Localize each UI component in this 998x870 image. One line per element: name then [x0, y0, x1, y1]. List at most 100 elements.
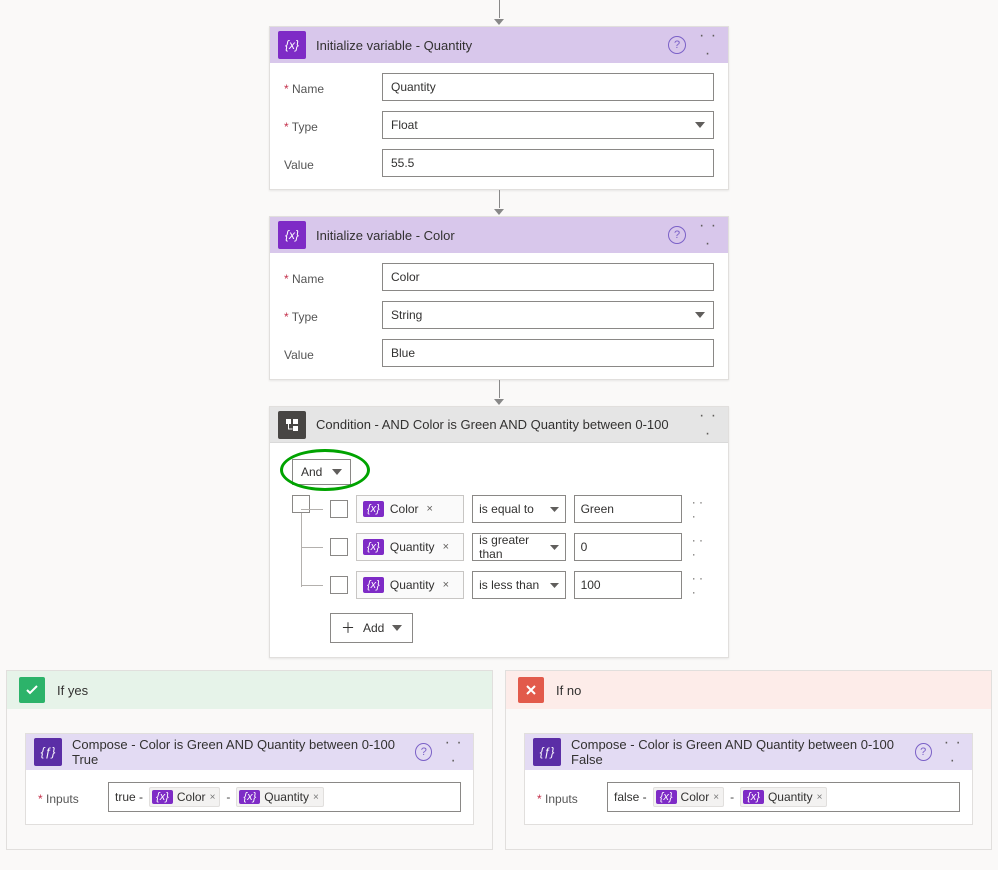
input-value[interactable]: Blue: [382, 339, 714, 367]
token-chip[interactable]: {x} Quantity ×: [236, 787, 323, 807]
plus-icon: ＋: [341, 618, 355, 638]
card-title: Condition - AND Color is Green AND Quant…: [316, 417, 686, 432]
x-icon: [518, 677, 544, 703]
tree-line: [301, 509, 323, 510]
branch-title: If no: [556, 683, 581, 698]
row-more-icon[interactable]: · · ·: [690, 571, 712, 599]
chevron-down-icon: [550, 545, 559, 550]
operand-field[interactable]: {x} Quantity ×: [356, 533, 464, 561]
remove-token-icon[interactable]: ×: [443, 541, 449, 553]
variable-token-icon: {x}: [152, 790, 173, 804]
token-label: Color: [177, 790, 206, 804]
branch-body: {ƒ} Compose - Color is Green AND Quantit…: [506, 709, 991, 849]
token-chip[interactable]: {x} Quantity ×: [740, 787, 827, 807]
condition-branches: If yes {ƒ} Compose - Color is Green AND …: [0, 670, 998, 850]
flow-arrow-icon: [493, 0, 505, 26]
inputs-prefix: true -: [115, 790, 143, 804]
condition-row: {x} Color × is equal to Green · · ·: [330, 495, 712, 523]
select-type[interactable]: String: [382, 301, 714, 329]
variable-token-icon: {x}: [743, 790, 764, 804]
help-icon[interactable]: ?: [915, 743, 932, 761]
separator: -: [226, 790, 230, 804]
condition-row: {x} Quantity × is less than 100 · · ·: [330, 571, 712, 599]
card-body: Name Color Type String Value Blue: [270, 253, 728, 379]
help-icon[interactable]: ?: [668, 36, 686, 54]
value-input[interactable]: 100: [574, 571, 682, 599]
help-icon[interactable]: ?: [668, 226, 686, 244]
card-header[interactable]: {ƒ} Compose - Color is Green AND Quantit…: [525, 734, 972, 770]
label-inputs: Inputs: [537, 788, 607, 806]
condition-icon: [278, 411, 306, 439]
input-name[interactable]: Quantity: [382, 73, 714, 101]
operator-select[interactable]: is equal to: [472, 495, 565, 523]
row-checkbox[interactable]: [330, 500, 348, 518]
branch-no: If no {ƒ} Compose - Color is Green AND Q…: [505, 670, 992, 850]
flow-arrow-icon: [493, 380, 505, 406]
more-icon[interactable]: · · ·: [442, 734, 465, 770]
variable-icon: {x}: [278, 221, 306, 249]
card-header[interactable]: {ƒ} Compose - Color is Green AND Quantit…: [26, 734, 473, 770]
help-icon[interactable]: ?: [415, 743, 432, 761]
token-label: Color: [681, 790, 710, 804]
card-title: Compose - Color is Green AND Quantity be…: [571, 737, 905, 767]
operand-field[interactable]: {x} Color ×: [356, 495, 464, 523]
separator: -: [730, 790, 734, 804]
condition-group: {x} Color × is equal to Green · · ·: [292, 495, 712, 599]
branch-header[interactable]: If no: [506, 671, 991, 709]
token-label: Quantity: [390, 540, 435, 554]
condition-body: And {x} Color ×: [270, 443, 728, 657]
token-label: Quantity: [390, 578, 435, 592]
remove-token-icon[interactable]: ×: [713, 792, 719, 803]
remove-token-icon[interactable]: ×: [313, 792, 319, 803]
token-label: Quantity: [768, 790, 813, 804]
token-chip[interactable]: {x} Color ×: [653, 787, 724, 807]
card-header[interactable]: {x} Initialize variable - Quantity ? · ·…: [270, 27, 728, 63]
group-checkbox[interactable]: [292, 495, 310, 513]
remove-token-icon[interactable]: ×: [443, 579, 449, 591]
more-icon[interactable]: · · ·: [696, 27, 720, 63]
operator-select[interactable]: is less than: [472, 571, 565, 599]
token-label: Color: [390, 502, 419, 516]
inputs-field[interactable]: true - {x} Color × - {x} Quantity ×: [108, 782, 461, 812]
variable-token-icon: {x}: [363, 539, 384, 555]
remove-token-icon[interactable]: ×: [210, 792, 216, 803]
aggregator-select[interactable]: And: [292, 459, 351, 485]
value-input[interactable]: 0: [574, 533, 682, 561]
chevron-down-icon: [550, 507, 559, 512]
input-name[interactable]: Color: [382, 263, 714, 291]
variable-icon: {x}: [278, 31, 306, 59]
remove-token-icon[interactable]: ×: [427, 503, 433, 515]
label-type: Type: [284, 116, 382, 134]
row-more-icon[interactable]: · · ·: [690, 533, 712, 561]
row-checkbox[interactable]: [330, 576, 348, 594]
add-condition-button[interactable]: ＋ Add: [330, 613, 413, 643]
check-icon: [19, 677, 45, 703]
branch-header[interactable]: If yes: [7, 671, 492, 709]
select-type[interactable]: Float: [382, 111, 714, 139]
label-name: Name: [284, 268, 382, 286]
tree-line: [301, 585, 323, 586]
branch-body: {ƒ} Compose - Color is Green AND Quantit…: [7, 709, 492, 849]
input-value[interactable]: 55.5: [382, 149, 714, 177]
card-header[interactable]: Condition - AND Color is Green AND Quant…: [270, 407, 728, 443]
card-title: Initialize variable - Color: [316, 228, 658, 243]
variable-token-icon: {x}: [363, 577, 384, 593]
compose-icon: {ƒ}: [34, 738, 62, 766]
token-chip[interactable]: {x} Color ×: [149, 787, 220, 807]
value-input[interactable]: Green: [574, 495, 682, 523]
inputs-field[interactable]: false - {x} Color × - {x} Quantity ×: [607, 782, 960, 812]
action-card-compose-no: {ƒ} Compose - Color is Green AND Quantit…: [524, 733, 973, 825]
remove-token-icon[interactable]: ×: [817, 792, 823, 803]
variable-token-icon: {x}: [239, 790, 260, 804]
card-body: Name Quantity Type Float Value 55.5: [270, 63, 728, 189]
more-icon[interactable]: · · ·: [696, 407, 720, 443]
operand-field[interactable]: {x} Quantity ×: [356, 571, 464, 599]
action-card-condition: Condition - AND Color is Green AND Quant…: [269, 406, 729, 658]
more-icon[interactable]: · · ·: [942, 734, 964, 770]
operator-select[interactable]: is greater than: [472, 533, 565, 561]
inputs-prefix: false -: [614, 790, 647, 804]
row-checkbox[interactable]: [330, 538, 348, 556]
row-more-icon[interactable]: · · ·: [690, 495, 712, 523]
card-header[interactable]: {x} Initialize variable - Color ? · · ·: [270, 217, 728, 253]
more-icon[interactable]: · · ·: [696, 217, 720, 253]
